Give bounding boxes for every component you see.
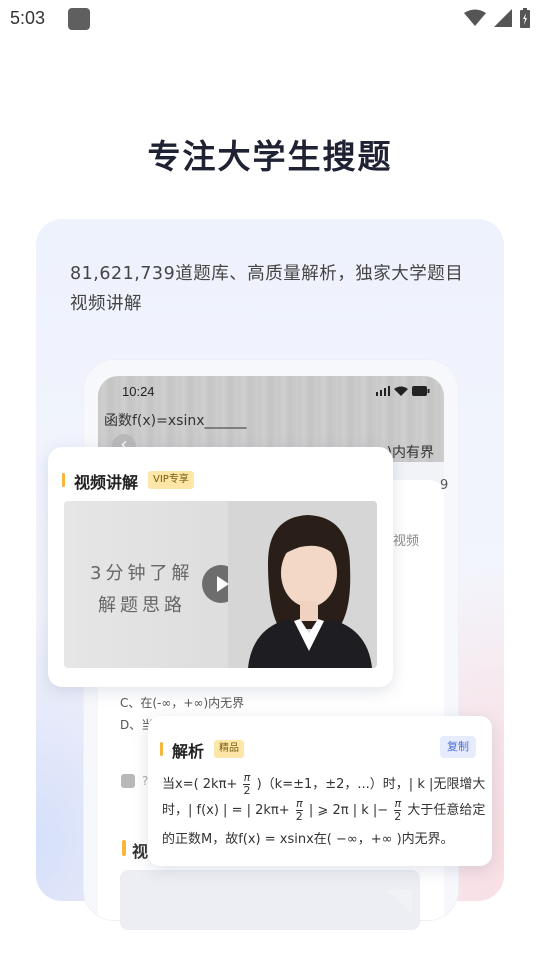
option-c[interactable]: C、在(-∞，+∞)内无界 <box>120 694 244 711</box>
fraction: π2 <box>295 798 303 823</box>
premium-badge: 精品 <box>214 740 244 758</box>
section-marker <box>160 742 163 756</box>
analysis-card: 解析 精品 复制 当x=( 2kπ+ π2 )（k=±1，±2，...）时，| … <box>148 716 492 866</box>
analysis-line-1: 当x=( 2kπ+ π2 )（k=±1，±2，...）时，| k |无限增大 <box>162 772 485 797</box>
phone-status-icons <box>376 386 430 396</box>
fraction: π2 <box>394 798 402 823</box>
analysis-title: 解析 <box>172 742 205 761</box>
page-number[interactable]: 9 <box>440 478 448 493</box>
fraction: π2 <box>243 772 251 797</box>
status-time: 5:03 <box>10 8 46 28</box>
wifi-icon <box>464 9 486 26</box>
battery-icon <box>412 386 430 396</box>
analysis-text: 大于任意给定 <box>407 803 486 818</box>
video-section-label: 视 <box>132 842 149 861</box>
analysis-text: 当x=( 2kπ+ <box>162 777 238 792</box>
question-text: 函数f(x)=xsinx______ <box>104 413 247 429</box>
headline: 专注大学生搜题 <box>0 130 540 181</box>
section-marker <box>122 840 126 856</box>
battery-icon <box>520 8 530 28</box>
headline-title: 专注大学生搜题 <box>147 137 393 176</box>
headline-text: 专注大学生搜题 <box>147 130 393 181</box>
video-thumbnail[interactable]: 3分钟了解 解题思路 <box>64 501 377 668</box>
wifi-icon <box>394 386 408 396</box>
screenshot-icon <box>121 774 135 788</box>
analysis-text: | ⩾ 2π | k |− <box>308 803 389 818</box>
question-text-end: )内有界 <box>386 445 434 461</box>
analysis-line-3: 的正数M，故f(x) = xsinx在( −∞，+∞ )内无界。 <box>162 832 454 847</box>
analysis-line-2: 时，| f(x) | = | 2kπ+ π2 | ⩾ 2π | k |− π2 … <box>162 798 485 823</box>
section-marker <box>62 473 65 487</box>
thumb-caption-line2: 解题思路 <box>98 595 186 616</box>
signal-icon <box>494 9 512 27</box>
teacher-photo <box>228 501 377 668</box>
card-pointer <box>388 890 412 914</box>
fraction-denominator: 2 <box>295 810 303 823</box>
phone-time: 10:24 <box>122 384 155 399</box>
copy-button[interactable]: 复制 <box>440 736 476 758</box>
vip-badge: VIP专享 <box>148 471 194 489</box>
fraction-denominator: 2 <box>394 810 402 823</box>
feature-description: 81,621,739道题库、高质量解析，独家大学题目视频讲解 <box>70 264 464 314</box>
video-card[interactable]: 视频讲解 VIP专享 3分钟了解 解题思路 <box>48 447 393 687</box>
analysis-text: )（k=±1，±2，...）时，| k |无限增大 <box>256 777 486 792</box>
fraction-denominator: 2 <box>243 784 251 797</box>
video-placeholder[interactable] <box>120 870 420 930</box>
status-icons <box>464 8 530 28</box>
analysis-text: 时，| f(x) | = | 2kπ+ <box>162 803 290 818</box>
status-bar: 5:03 <box>0 0 540 36</box>
video-card-title: 视频讲解 <box>74 473 139 492</box>
signal-icon <box>376 386 390 396</box>
thumb-caption-line1: 3分钟了解 <box>90 563 194 584</box>
app-notification-icon <box>68 8 90 30</box>
